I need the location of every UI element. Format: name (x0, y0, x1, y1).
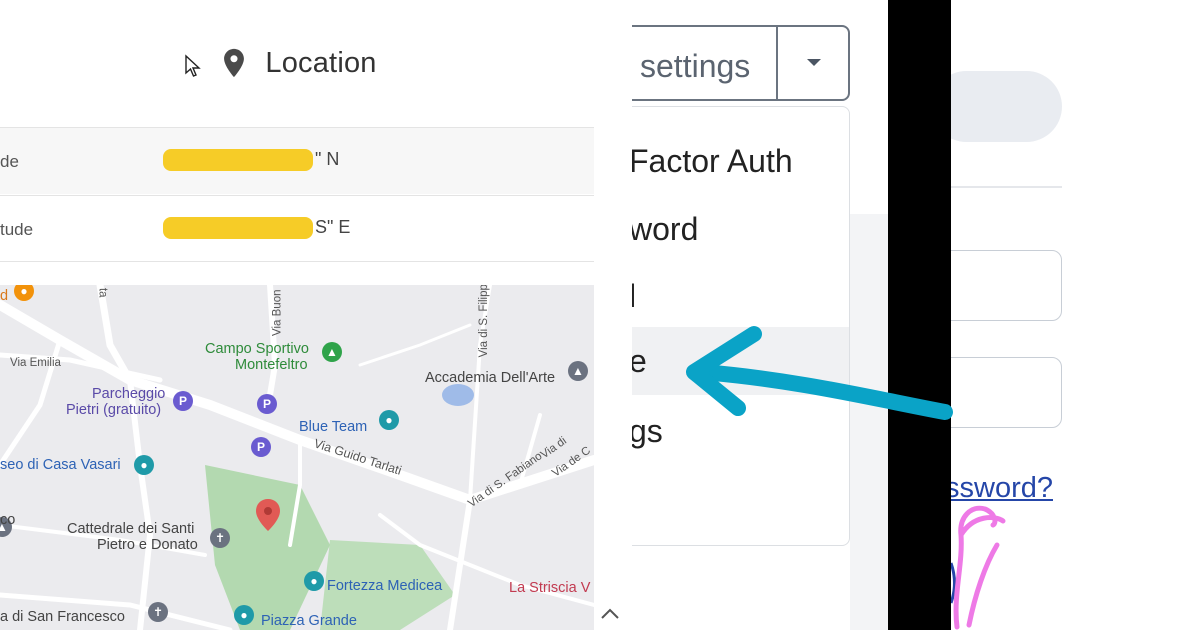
school-poi-icon[interactable]: ▲ (568, 361, 588, 381)
map-label: Montefeltro (235, 357, 308, 373)
password-field[interactable] (951, 357, 1062, 428)
dropdown-caret-icon (807, 59, 821, 66)
longitude-value: S" E (163, 217, 350, 240)
mouse-cursor-icon (185, 54, 201, 77)
black-divider (888, 0, 951, 630)
parking-poi-icon[interactable]: P (257, 394, 277, 414)
settings-panel: settings Factor Auth word l e gs (632, 0, 888, 630)
parking-poi-icon[interactable]: P (173, 391, 193, 411)
chevron-up-icon[interactable] (598, 603, 622, 623)
map-label: Parcheggio (92, 386, 166, 402)
annotation-arrow-icon (686, 326, 953, 420)
map-label: Via Buon (271, 289, 284, 336)
map-label: Via Emilia (10, 357, 61, 369)
map-pin-icon (224, 48, 245, 78)
location-panel: Location de " N tude S" E ● ▲ ▲ P P ● P … (0, 0, 630, 630)
menu-item[interactable]: Factor Auth (632, 127, 849, 195)
map-label: ta (96, 287, 109, 298)
map-label: Cattedrale dei Santi (67, 521, 195, 537)
divider-line (951, 186, 1062, 188)
settings-dropdown-toggle[interactable] (776, 27, 850, 99)
museum-poi-icon[interactable]: ● (304, 571, 324, 591)
username-field[interactable] (951, 250, 1062, 321)
map-label: Pietro e Donato (97, 537, 198, 553)
museum-poi-icon[interactable]: ● (234, 605, 254, 625)
park-poi-icon[interactable]: ▲ (322, 342, 342, 362)
annotation-pink-scribble-icon (953, 505, 1006, 630)
map-label: a di San Francesco (0, 609, 125, 625)
map-label: Blue Team (299, 419, 368, 435)
church-poi-icon[interactable]: ✝ (210, 528, 230, 548)
location-title: Location (265, 46, 377, 79)
latitude-row: de " N (0, 127, 594, 194)
redaction-scribble (163, 217, 313, 240)
longitude-row: tude S" E (0, 195, 594, 262)
map-label: Fortezza Medicea (327, 578, 443, 594)
redaction-scribble (163, 149, 313, 172)
longitude-label: tude (0, 220, 34, 239)
map-label: d (0, 288, 9, 304)
museum-poi-icon[interactable]: ● (379, 410, 399, 430)
map-label: seo di Casa Vasari (0, 457, 121, 473)
parking-poi-icon[interactable]: P (251, 437, 271, 457)
location-header: Location (0, 0, 594, 126)
map-view[interactable]: ● ▲ ▲ P P ● P ● ✝ ● ✝ ● ▲ d ta Via Buon … (0, 285, 594, 630)
map-label: Campo Sportivo (205, 341, 309, 357)
latitude-label: de (0, 152, 19, 171)
pill-button[interactable] (951, 71, 1062, 142)
map-label: La Striscia V (509, 580, 591, 596)
map-label: Via di S. Filipp (477, 285, 490, 358)
museum-poi-icon[interactable]: ● (134, 455, 154, 475)
settings-button-label[interactable]: settings (640, 48, 750, 85)
church-poi-icon[interactable]: ✝ (148, 602, 168, 622)
map-label: co (0, 512, 16, 528)
panel-gutter (594, 0, 630, 630)
map-label: Piazza Grande (261, 613, 357, 629)
menu-item[interactable]: word (632, 195, 849, 263)
map-label: Pietri (gratuito) (66, 402, 162, 418)
map-label: Accademia Dell'Arte (425, 370, 556, 386)
settings-split-button[interactable]: settings (632, 25, 850, 101)
latitude-value: " N (163, 149, 339, 172)
